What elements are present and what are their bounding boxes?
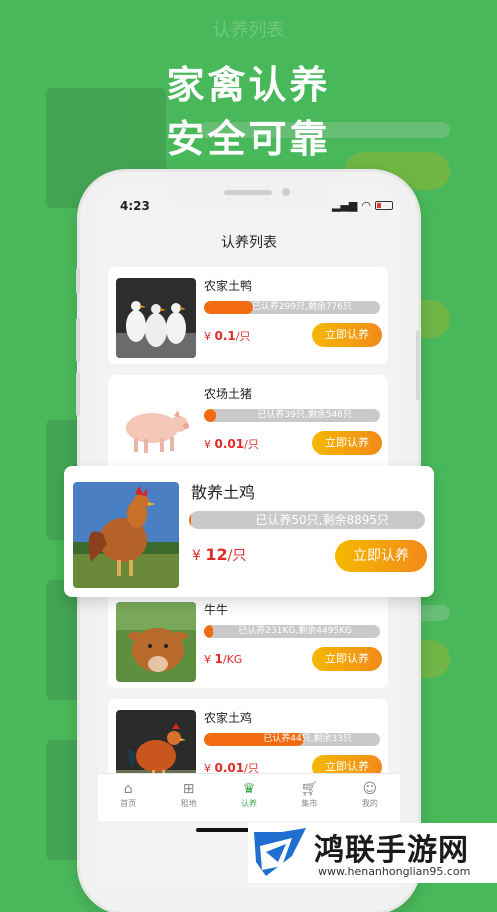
phone-speaker	[224, 190, 272, 195]
signal-icon: ▂▄▆	[332, 199, 358, 212]
progress-fill	[204, 409, 217, 422]
tab-label: 认养	[241, 799, 258, 808]
item-name: 牛牛	[204, 603, 229, 617]
wifi-icon: ◠	[361, 199, 371, 212]
adopt-button[interactable]: 立即认养	[312, 323, 382, 347]
tab-label: 我的	[361, 799, 378, 808]
item-price: ¥ 0.1/只	[204, 328, 250, 344]
item-price: ¥ 0.01/只	[204, 436, 259, 452]
progress-fill	[189, 511, 192, 529]
progress-bar: 已认养44只,剩余33只	[204, 733, 380, 746]
status-icons: ▂▄▆ ◠	[332, 199, 393, 212]
adopt-button[interactable]: 立即认养	[312, 431, 382, 455]
tab-bar: ⌂ 首页 ⊞ 租地 ♛ 认养 🛒︎ 集市 ☺ 我的	[98, 773, 400, 821]
item-price: ¥ 1/KG	[204, 652, 242, 666]
pig-image	[116, 386, 196, 466]
progress-bar: 已认养50只,剩余8895只	[189, 511, 425, 529]
tab-mine[interactable]: ☺ 我的	[340, 774, 400, 821]
item-name: 农家土鸭	[204, 279, 253, 293]
price-value: 12	[205, 545, 228, 564]
price-unit: /只	[244, 438, 259, 451]
grid-icon: ⊞	[182, 781, 195, 797]
featured-price: ¥ 12/只	[192, 545, 246, 565]
currency-symbol: ¥	[204, 330, 211, 343]
tab-home[interactable]: ⌂ 首页	[98, 774, 158, 821]
tab-market[interactable]: 🛒︎ 集市	[279, 774, 339, 821]
tab-adopt[interactable]: ♛ 认养	[219, 774, 279, 821]
price-value: 0.1	[214, 329, 236, 343]
progress-fill	[204, 301, 254, 314]
progress-text: 已认养299只,剩余776只	[251, 302, 352, 312]
ghost-title: 认养列表	[212, 20, 285, 41]
tab-label: 集市	[301, 799, 318, 808]
phone-side-button	[416, 330, 420, 400]
price-unit: /KG	[222, 653, 243, 666]
list-item[interactable]: 农家土鸭 已认养299只,剩余776只 ¥ 0.1/只 立即认养	[108, 267, 388, 364]
phone-side-button	[76, 372, 80, 416]
home-icon: ⌂	[123, 781, 133, 797]
progress-text: 已认养44只,剩余33只	[263, 734, 352, 744]
duck-image	[116, 278, 196, 358]
currency-symbol: ¥	[192, 548, 201, 564]
watermark: 鸿联手游网 www.henanhonglian95.com	[248, 823, 497, 883]
adopt-button[interactable]: 立即认养	[312, 647, 382, 671]
progress-text: 已认养50只,剩余8895只	[255, 513, 389, 527]
list-item[interactable]: 农场土猪 已认养39只,剩余546只 ¥ 0.01/只 立即认养	[108, 375, 388, 472]
rooster-image	[73, 482, 179, 588]
price-unit: /只	[227, 548, 247, 564]
page-title: 认养列表	[221, 235, 277, 251]
featured-name: 散养土鸡	[191, 483, 256, 502]
tab-land[interactable]: ⊞ 租地	[158, 774, 218, 821]
progress-text: 已认养39只,剩余546只	[257, 410, 353, 420]
item-name: 农家土鸡	[204, 711, 253, 725]
headline-line1: 家禽认养	[166, 63, 331, 107]
price-unit: /只	[235, 330, 251, 343]
price-value: 0.01	[214, 437, 245, 451]
user-icon: ☺	[362, 781, 378, 797]
headline-line2: 安全可靠	[166, 117, 331, 161]
cart-icon: 🛒︎	[300, 781, 319, 797]
status-time: 4:23	[120, 199, 150, 213]
watermark-url: www.henanhonglian95.com	[318, 865, 471, 878]
phone-side-button	[76, 268, 80, 294]
currency-symbol: ¥	[204, 438, 211, 451]
progress-bar: 已认养39只,剩余546只	[204, 409, 380, 422]
progress-bar: 已认养231KG,剩余4495KG	[204, 625, 380, 638]
tab-label: 租地	[180, 799, 197, 808]
progress-fill	[204, 625, 213, 638]
phone-camera	[282, 188, 290, 196]
list-item[interactable]: 牛牛 已认养231KG,剩余4495KG ¥ 1/KG 立即认养	[108, 591, 388, 688]
crown-icon: ♛	[242, 781, 256, 797]
item-name: 农场土猪	[204, 387, 253, 401]
progress-bar: 已认养299只,剩余776只	[204, 301, 380, 314]
watermark-brand: 鸿联手游网	[314, 833, 469, 868]
watermark-logo-icon	[254, 828, 306, 876]
phone-side-button	[76, 318, 80, 362]
featured-item[interactable]: 散养土鸡 已认养50只,剩余8895只 ¥ 12/只 立即认养	[64, 466, 434, 597]
price-value: 1	[214, 652, 223, 666]
cattle-image	[116, 602, 196, 682]
battery-icon	[375, 201, 393, 210]
progress-text: 已认养231KG,剩余4495KG	[238, 626, 352, 636]
adopt-button[interactable]: 立即认养	[335, 540, 427, 572]
tab-label: 首页	[120, 799, 137, 808]
currency-symbol: ¥	[204, 653, 211, 666]
